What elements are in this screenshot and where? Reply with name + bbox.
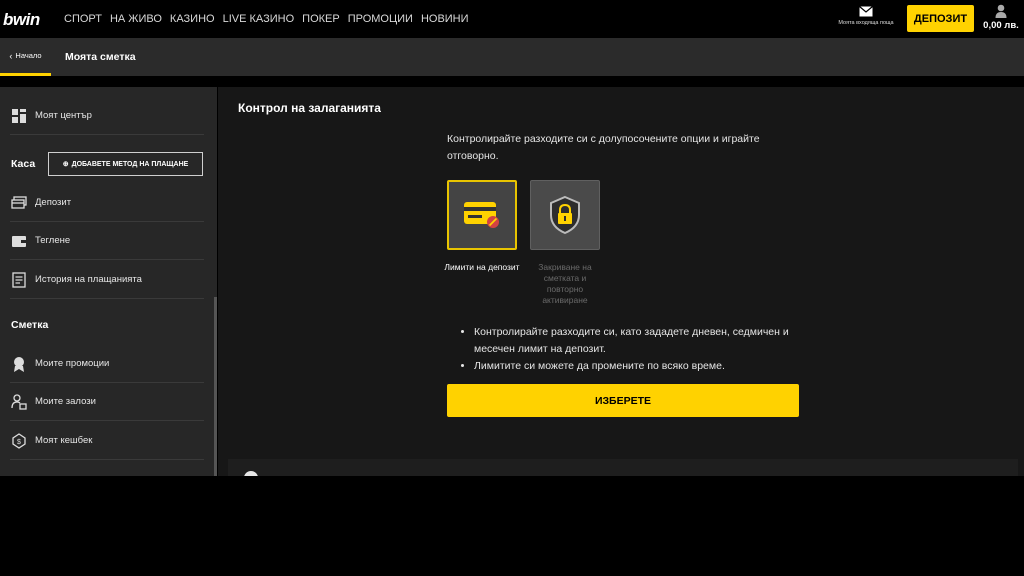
cards-icon	[10, 194, 28, 212]
intro-text: Контролирайте разходите си с долупосочен…	[447, 133, 760, 162]
sidebar-item-label: Моите промоции	[35, 358, 110, 369]
account-sidebar: Моят център Каса ⊕ ДОБАВЕТЕ МЕТОД НА ПЛА…	[0, 87, 217, 476]
section-title: Контрол на залаганията	[238, 101, 381, 115]
select-button[interactable]: ИЗБЕРЕТЕ	[447, 384, 799, 417]
section-account: Сметка	[11, 319, 49, 331]
shield-lock-icon	[550, 195, 580, 235]
sidebar-scrollbar[interactable]	[214, 297, 217, 476]
add-payment-method-button[interactable]: ⊕ ДОБАВЕТЕ МЕТОД НА ПЛАЩАНЕ	[48, 152, 203, 176]
deposit-limits-option[interactable]	[447, 180, 517, 250]
nav-live-casino[interactable]: LIVE КАЗИНО	[223, 13, 295, 25]
sidebar-item-payment-history[interactable]: История на плащанията	[10, 261, 204, 299]
sidebar-item-my-promotions[interactable]: Моите промоции	[10, 345, 204, 383]
sidebar-item-my-bets[interactable]: Моите залози	[10, 383, 204, 421]
back-button[interactable]: ‹ Начало	[0, 38, 51, 76]
main-content: Контрол на залаганията Контролирайте раз…	[218, 87, 1024, 476]
sidebar-item-label: Моите залози	[35, 396, 96, 407]
balance: 0,00 лв.	[983, 20, 1019, 31]
dashboard-icon	[10, 107, 28, 125]
sub-header: ‹ Начало Моята сметка	[0, 38, 1024, 76]
account-closure-label: Закриване на сметката и повторно активир…	[538, 262, 592, 305]
add-method-label: ДОБАВЕТЕ МЕТОД НА ПЛАЩАНЕ	[71, 160, 189, 168]
sidebar-item-my-cashback[interactable]: $ Моят кешбек	[10, 422, 204, 460]
receipt-icon	[10, 271, 28, 289]
deposit-button[interactable]: ДЕПОЗИТ	[907, 5, 974, 32]
account-button[interactable]: 0,00 лв.	[980, 4, 1022, 31]
main-nav: СПОРТ НА ЖИВО КАЗИНО LIVE КАЗИНО ПОКЕР П…	[64, 0, 477, 38]
sidebar-item-label: Моят кешбек	[35, 435, 93, 446]
nav-sport[interactable]: СПОРТ	[64, 13, 102, 25]
info-list: Контролирайте разходите си, като зададет…	[458, 324, 818, 375]
sidebar-item-withdraw[interactable]: Теглене	[10, 222, 204, 260]
nav-poker[interactable]: ПОКЕР	[302, 13, 340, 25]
sidebar-item-label: История на плащанията	[35, 274, 142, 285]
info-list-item: Лимитите си можете да промените по всяко…	[474, 358, 818, 375]
svg-text:$: $	[17, 439, 21, 446]
user-icon	[995, 4, 1007, 18]
bwin-logo[interactable]: bwin	[3, 10, 40, 30]
section-cashier: Каса	[11, 158, 36, 170]
sidebar-item-label: Моят център	[35, 110, 92, 121]
page-bottom-blank	[0, 476, 1024, 576]
nav-live[interactable]: НА ЖИВО	[110, 13, 162, 25]
page-title: Моята сметка	[65, 51, 136, 63]
bet-user-icon	[10, 393, 28, 411]
credit-card-limit-icon	[464, 202, 499, 228]
sidebar-item-my-center[interactable]: Моят център	[10, 97, 204, 135]
sidebar-item-label: Депозит	[35, 197, 72, 208]
dollar-shield-icon: $	[10, 432, 28, 450]
chevron-left-icon: ‹	[9, 50, 13, 61]
top-bar: bwin СПОРТ НА ЖИВО КАЗИНО LIVE КАЗИНО ПО…	[0, 0, 1024, 38]
info-list-item: Контролирайте разходите си, като зададет…	[474, 324, 818, 358]
deposit-limits-label: Лимити на депозит	[444, 262, 520, 272]
account-closure-option[interactable]	[530, 180, 600, 250]
sidebar-item-label: Теглене	[35, 235, 71, 246]
inbox-label: Моята входяща поща	[838, 20, 894, 26]
envelope-icon	[859, 6, 873, 17]
plus-circle-icon: ⊕	[62, 161, 69, 168]
sidebar-item-deposit[interactable]: Депозит	[10, 184, 204, 222]
inbox-button[interactable]: Моята входяща поща	[834, 6, 898, 26]
next-section-strip	[228, 459, 1018, 476]
nav-promotions[interactable]: ПРОМОЦИИ	[348, 13, 413, 25]
nav-news[interactable]: НОВИНИ	[421, 13, 469, 25]
nav-casino[interactable]: КАЗИНО	[170, 13, 215, 25]
back-label: Начало	[15, 51, 42, 60]
wallet-icon	[10, 232, 28, 250]
award-icon	[10, 355, 28, 373]
